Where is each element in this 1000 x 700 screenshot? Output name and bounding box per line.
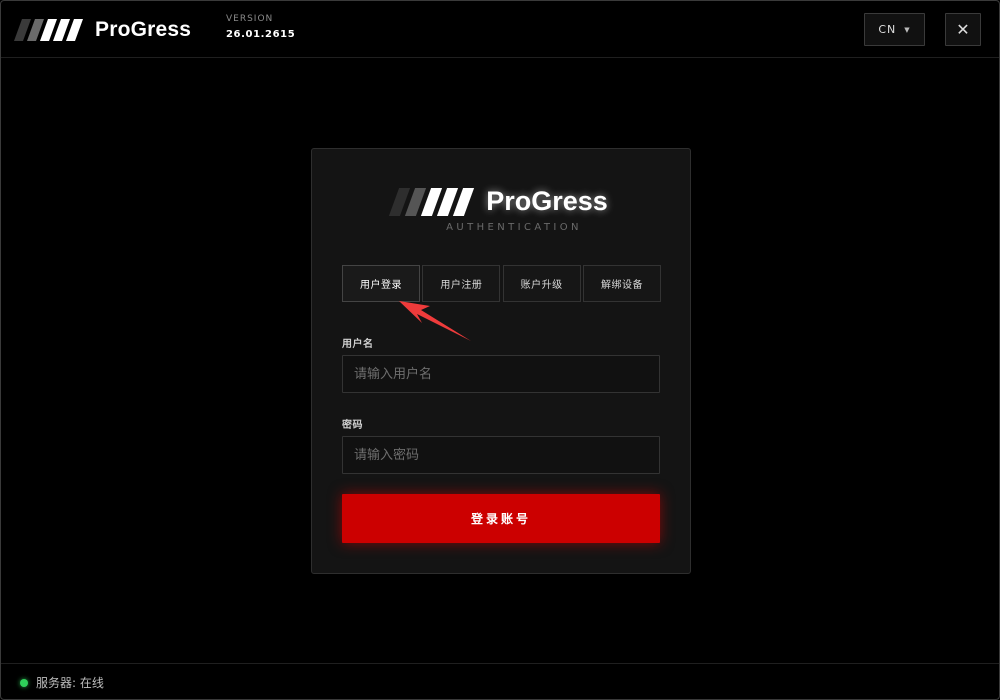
language-dropdown[interactable]: CN ▼ <box>864 13 925 46</box>
username-label: 用户名 <box>342 339 374 350</box>
server-status: 服务器: 在线 <box>36 676 104 690</box>
app-name: ProGress <box>95 18 192 41</box>
card-logo: ProGress <box>312 186 690 217</box>
caret-down-icon: ▼ <box>904 25 911 34</box>
version-label: VERSION <box>226 14 274 24</box>
tab-unbind-device[interactable]: 解绑设备 <box>582 265 661 302</box>
status-bar: 服务器: 在线 <box>1 663 999 699</box>
tab-account-upgrade[interactable]: 账户升级 <box>502 265 581 302</box>
username-input[interactable] <box>342 355 660 393</box>
stripes-logo-icon <box>389 187 475 216</box>
close-button[interactable]: ✕ <box>945 13 981 46</box>
password-label: 密码 <box>342 420 363 431</box>
login-button[interactable]: 登录账号 <box>342 494 660 543</box>
language-label: CN <box>878 23 897 36</box>
auth-tabs: 用户登录 用户注册 账户升级 解绑设备 <box>342 265 661 302</box>
version-block: VERSION 26.01.2615 <box>226 14 295 40</box>
title-bar: ProGress VERSION 26.01.2615 CN ▼ ✕ <box>1 1 999 58</box>
card-subtitle: AUTHENTICATION <box>446 222 582 233</box>
annotation-arrow-icon <box>399 301 471 341</box>
app-window: ProGress VERSION 26.01.2615 CN ▼ ✕ ProGr… <box>0 0 1000 700</box>
status-dot-icon <box>20 678 28 687</box>
close-icon: ✕ <box>956 20 970 39</box>
stripes-logo-icon <box>13 19 84 41</box>
password-input[interactable] <box>342 436 660 474</box>
app-logo: ProGress <box>13 18 192 42</box>
version-number: 26.01.2615 <box>226 29 296 40</box>
card-title: ProGress <box>486 186 608 216</box>
auth-card: ProGress AUTHENTICATION 用户登录 用户注册 账户升级 解… <box>311 148 691 574</box>
